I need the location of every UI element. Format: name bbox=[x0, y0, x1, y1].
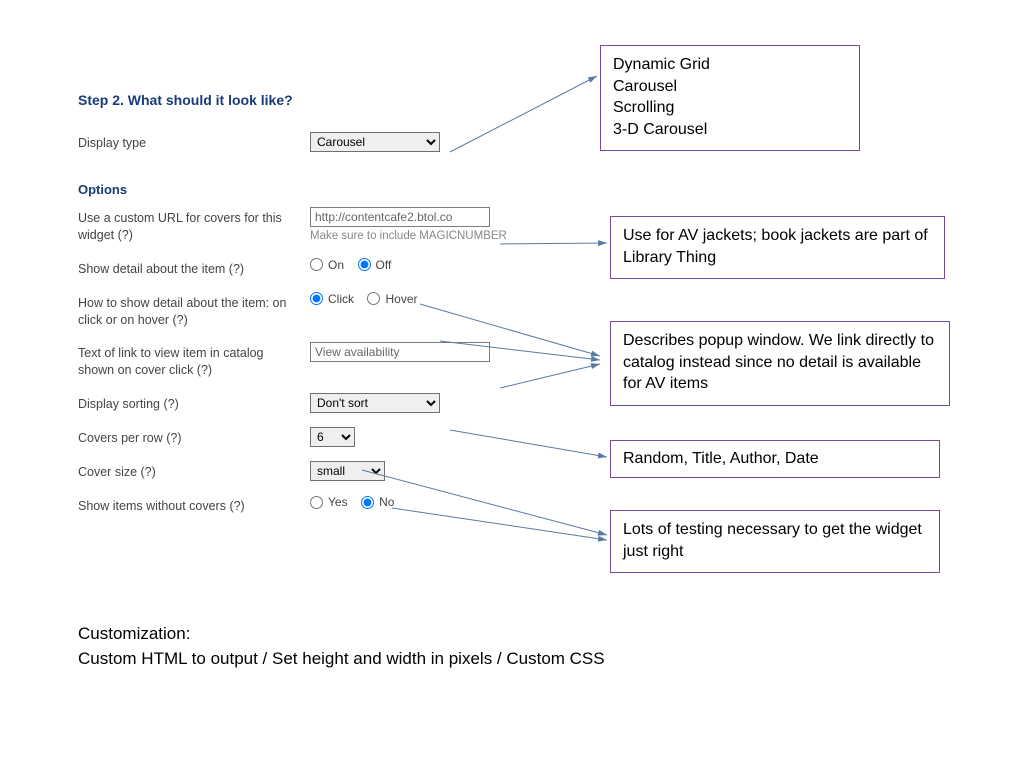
sort-select[interactable]: Don't sort bbox=[310, 393, 440, 413]
row-how-detail: How to show detail about the item: on cl… bbox=[78, 292, 563, 329]
per-row-select[interactable]: 6 bbox=[310, 427, 355, 447]
callout-display-type: Dynamic Grid Carousel Scrolling 3-D Caro… bbox=[600, 45, 860, 151]
callout-detail-popup-text: Describes popup window. We link directly… bbox=[623, 332, 934, 392]
show-detail-label: Show detail about the item (?) bbox=[78, 258, 310, 278]
cover-size-select[interactable]: small bbox=[310, 461, 385, 481]
link-text-input[interactable] bbox=[310, 342, 490, 362]
how-detail-click-text: Click bbox=[328, 292, 354, 306]
show-detail-off-radio[interactable] bbox=[358, 258, 371, 271]
show-detail-on-text: On bbox=[328, 258, 344, 272]
display-type-label: Display type bbox=[78, 132, 310, 152]
no-cover-no-radio[interactable] bbox=[361, 496, 374, 509]
row-display-type: Display type Carousel bbox=[78, 132, 563, 152]
custom-url-hint: Make sure to include MAGICNUMBER bbox=[310, 230, 563, 242]
widget-config-form: Step 2. What should it look like? Displa… bbox=[78, 92, 563, 529]
row-show-detail: Show detail about the item (?) On Off bbox=[78, 258, 563, 278]
footer-customization-note: Customization: Custom HTML to output / S… bbox=[78, 622, 605, 671]
row-no-cover: Show items without covers (?) Yes No bbox=[78, 495, 563, 515]
callout-display-type-l4: 3-D Carousel bbox=[613, 119, 847, 141]
display-type-select[interactable]: Carousel bbox=[310, 132, 440, 152]
row-per-row: Covers per row (?) 6 bbox=[78, 427, 563, 447]
show-detail-off-text: Off bbox=[376, 258, 392, 272]
callout-sort-text: Random, Title, Author, Date bbox=[623, 450, 819, 467]
callout-custom-url-text: Use for AV jackets; book jackets are par… bbox=[623, 227, 928, 266]
sort-label: Display sorting (?) bbox=[78, 393, 310, 413]
how-detail-hover-text: Hover bbox=[385, 292, 417, 306]
how-detail-label: How to show detail about the item: on cl… bbox=[78, 292, 310, 329]
show-detail-off-option[interactable]: Off bbox=[358, 258, 392, 272]
no-cover-label: Show items without covers (?) bbox=[78, 495, 310, 515]
callout-display-type-l3: Scrolling bbox=[613, 97, 847, 119]
callout-display-type-l2: Carousel bbox=[613, 76, 847, 98]
how-detail-click-option[interactable]: Click bbox=[310, 292, 354, 306]
callout-display-type-l1: Dynamic Grid bbox=[613, 54, 847, 76]
callout-sort: Random, Title, Author, Date bbox=[610, 440, 940, 478]
no-cover-yes-radio[interactable] bbox=[310, 496, 323, 509]
how-detail-hover-radio[interactable] bbox=[367, 292, 380, 305]
show-detail-on-radio[interactable] bbox=[310, 258, 323, 271]
how-detail-hover-option[interactable]: Hover bbox=[367, 292, 417, 306]
no-cover-no-text: No bbox=[379, 495, 394, 509]
row-sort: Display sorting (?) Don't sort bbox=[78, 393, 563, 413]
how-detail-click-radio[interactable] bbox=[310, 292, 323, 305]
callout-detail-popup: Describes popup window. We link directly… bbox=[610, 321, 950, 406]
step-title: Step 2. What should it look like? bbox=[78, 92, 563, 108]
show-detail-on-option[interactable]: On bbox=[310, 258, 344, 272]
link-text-label: Text of link to view item in catalog sho… bbox=[78, 342, 310, 379]
footer-line1: Customization: bbox=[78, 622, 605, 647]
row-custom-url: Use a custom URL for covers for this wid… bbox=[78, 207, 563, 244]
no-cover-no-option[interactable]: No bbox=[361, 495, 394, 509]
callout-sizing-text: Lots of testing necessary to get the wid… bbox=[623, 521, 922, 560]
no-cover-yes-text: Yes bbox=[328, 495, 348, 509]
footer-line2: Custom HTML to output / Set height and w… bbox=[78, 647, 605, 672]
row-cover-size: Cover size (?) small bbox=[78, 461, 563, 481]
callout-custom-url: Use for AV jackets; book jackets are par… bbox=[610, 216, 945, 279]
callout-sizing: Lots of testing necessary to get the wid… bbox=[610, 510, 940, 573]
custom-url-input[interactable] bbox=[310, 207, 490, 227]
options-heading: Options bbox=[78, 182, 563, 197]
per-row-label: Covers per row (?) bbox=[78, 427, 310, 447]
cover-size-label: Cover size (?) bbox=[78, 461, 310, 481]
no-cover-yes-option[interactable]: Yes bbox=[310, 495, 348, 509]
row-link-text: Text of link to view item in catalog sho… bbox=[78, 342, 563, 379]
custom-url-label: Use a custom URL for covers for this wid… bbox=[78, 207, 310, 244]
